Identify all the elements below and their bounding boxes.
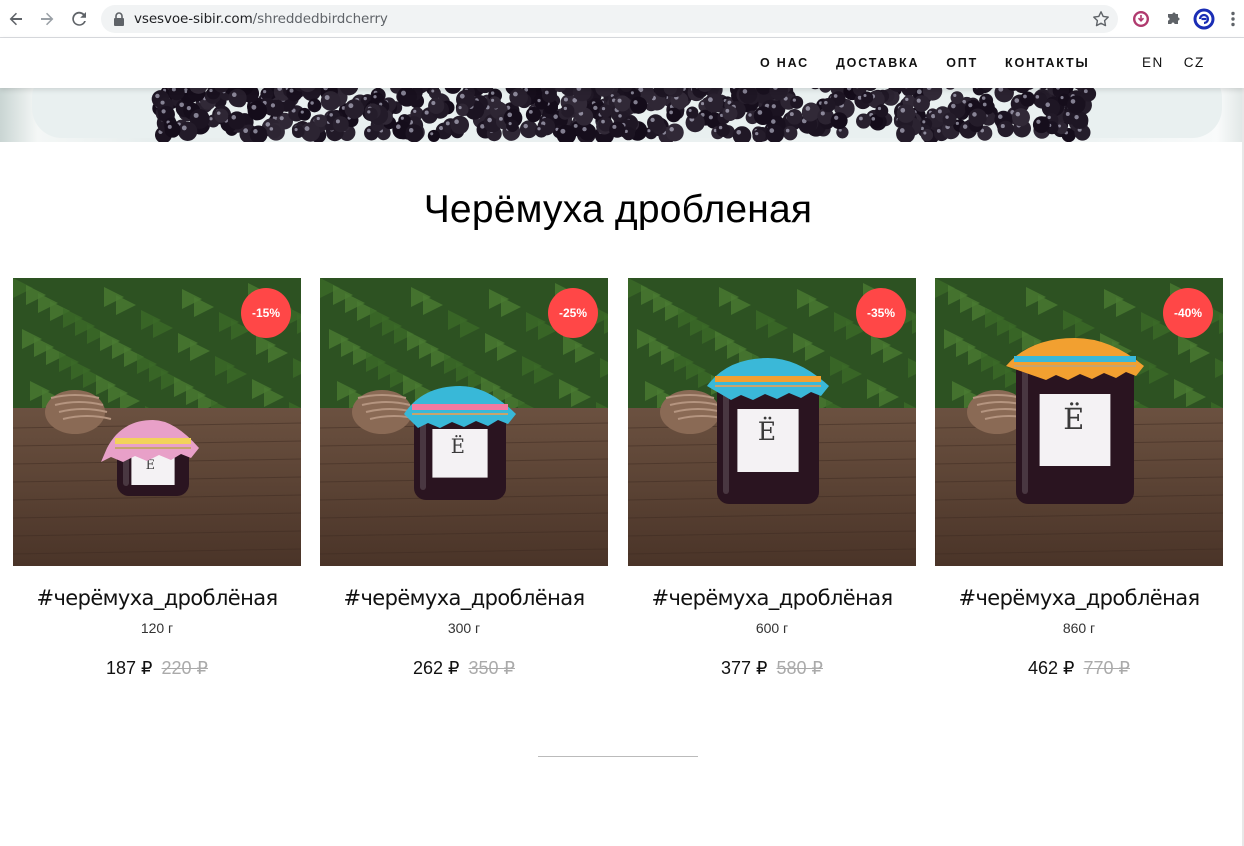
- product-price: 377 ₽ 580 ₽: [628, 658, 916, 679]
- site-header: О НАС ДОСТАВКА ОПТ КОНТАКТЫ EN CZ: [0, 38, 1244, 88]
- product-name[interactable]: #черёмуха_дроблёная: [935, 586, 1223, 610]
- product-weight: 300 г: [447, 620, 481, 636]
- old-price: 350 ₽: [468, 658, 516, 678]
- product-price: 462 ₽ 770 ₽: [935, 658, 1223, 679]
- forward-arrow-icon[interactable]: [35, 7, 59, 31]
- url-path: /shreddedbirdcherry: [252, 11, 388, 27]
- profile-extension-icon[interactable]: [1193, 8, 1215, 30]
- back-arrow-icon[interactable]: [4, 7, 28, 31]
- language-switcher: EN CZ: [1142, 55, 1225, 70]
- product-card[interactable]: Ё -15% #черёмуха_дроблёная 120 г 187 ₽ 2…: [13, 278, 301, 679]
- discount-badge: -35%: [856, 288, 906, 338]
- reload-icon[interactable]: [67, 7, 91, 31]
- main-menu: О НАС ДОСТАВКА ОПТ КОНТАКТЫ: [760, 56, 1117, 70]
- current-price: 377 ₽: [720, 658, 768, 678]
- discount-badge: -25%: [548, 288, 598, 338]
- product-name[interactable]: #черёмуха_дроблёная: [628, 586, 916, 610]
- product-name[interactable]: #черёмуха_дроблёная: [13, 586, 301, 610]
- browser-toolbar: vsesvoe-sibir.com/shreddedbirdcherry: [0, 0, 1244, 38]
- url-text: vsesvoe-sibir.com/shreddedbirdcherry: [134, 11, 388, 27]
- star-icon[interactable]: [1092, 10, 1110, 33]
- product-photo[interactable]: Ё -25%: [320, 278, 608, 566]
- svg-text:Ё: Ё: [451, 435, 465, 458]
- product-photo[interactable]: Ё -35%: [628, 278, 916, 566]
- old-price: 770 ₽: [1083, 658, 1131, 678]
- current-price: 262 ₽: [412, 658, 460, 678]
- hero-berries-image: [0, 88, 1242, 142]
- lock-icon[interactable]: [113, 12, 125, 31]
- puzzle-icon[interactable]: [1162, 8, 1184, 30]
- product-card[interactable]: Ё -35% #черёмуха_дроблёная 600 г 377 ₽ 5…: [628, 278, 916, 679]
- url-host: vsesvoe-sibir.com: [134, 11, 253, 27]
- product-photo[interactable]: Ё -15%: [13, 278, 301, 566]
- product-weight: 600 г: [755, 620, 789, 636]
- product-card[interactable]: Ё -25% #черёмуха_дроблёная 300 г 262 ₽ 3…: [320, 278, 608, 679]
- product-weight: 860 г: [1062, 620, 1096, 636]
- product-price: 187 ₽ 220 ₽: [13, 658, 301, 679]
- address-bar[interactable]: vsesvoe-sibir.com/shreddedbirdcherry: [101, 5, 1118, 33]
- page-title: Черёмуха дробленая: [423, 188, 813, 231]
- menu-item-delivery[interactable]: ДОСТАВКА: [836, 56, 919, 70]
- product-photo[interactable]: Ё -40%: [935, 278, 1223, 566]
- product-card[interactable]: Ё -40% #черёмуха_дроблёная 860 г 462 ₽ 7…: [935, 278, 1223, 679]
- language-cz[interactable]: CZ: [1184, 55, 1205, 70]
- old-price: 580 ₽: [776, 658, 824, 678]
- discount-badge: -40%: [1163, 288, 1213, 338]
- menu-item-wholesale[interactable]: ОПТ: [946, 56, 978, 70]
- product-name[interactable]: #черёмуха_дроблёная: [320, 586, 608, 610]
- menu-item-about[interactable]: О НАС: [760, 56, 809, 70]
- product-weight: 120 г: [140, 620, 174, 636]
- current-price: 187 ₽: [105, 658, 153, 678]
- product-price: 262 ₽ 350 ₽: [320, 658, 608, 679]
- kebab-menu-icon[interactable]: [1225, 8, 1241, 30]
- language-en[interactable]: EN: [1142, 55, 1164, 70]
- download-extension-icon[interactable]: [1130, 8, 1152, 30]
- current-price: 462 ₽: [1027, 658, 1075, 678]
- section-divider: [538, 756, 698, 757]
- svg-text:Ё: Ё: [1063, 402, 1084, 436]
- old-price: 220 ₽: [161, 658, 209, 678]
- svg-text:Ё: Ё: [758, 416, 776, 446]
- discount-badge: -15%: [241, 288, 291, 338]
- menu-item-contacts[interactable]: КОНТАКТЫ: [1005, 56, 1089, 70]
